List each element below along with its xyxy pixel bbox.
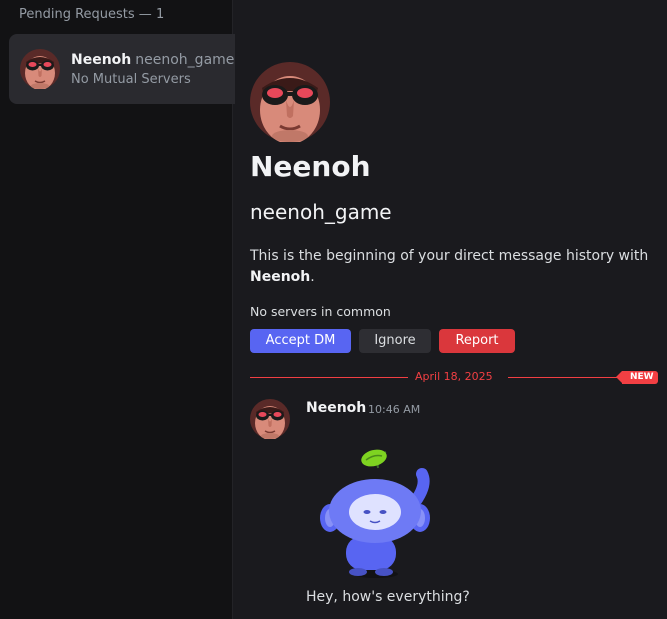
wumpus-sticker[interactable] — [316, 446, 446, 581]
profile-display-name: Neenoh — [250, 150, 371, 183]
message-timestamp: 10:46 AM — [368, 403, 421, 416]
mutual-servers-text: No servers in common — [250, 304, 391, 319]
request-display-name: Neenoh — [71, 52, 132, 68]
request-username: neenoh_game — [135, 52, 235, 68]
new-badge: NEW — [616, 371, 658, 384]
sidebar: Pending Requests — 1 Neenoh neenoh_game N… — [0, 0, 235, 619]
profile-username: neenoh_game — [250, 200, 392, 224]
report-button[interactable]: Report — [439, 329, 515, 353]
dm-intro-text: This is the beginning of your direct mes… — [250, 246, 650, 288]
request-name: Neenoh neenoh_game — [71, 52, 234, 68]
pending-request-item[interactable]: Neenoh neenoh_game No Mutual Servers — [9, 34, 235, 104]
avatar — [20, 49, 60, 89]
dm-channel: Neenoh neenoh_game This is the beginning… — [234, 0, 667, 619]
request-mutual-status: No Mutual Servers — [71, 72, 191, 87]
intro-name: Neenoh — [250, 269, 311, 285]
divider-line-left — [250, 377, 408, 378]
accept-dm-button[interactable]: Accept DM — [250, 329, 351, 353]
profile-avatar[interactable] — [250, 62, 330, 142]
pending-requests-header: Pending Requests — 1 — [19, 7, 165, 22]
divider-line-right — [508, 377, 624, 378]
message-avatar[interactable] — [250, 399, 290, 439]
intro-text: This is the beginning of your direct mes… — [250, 248, 649, 264]
divider-date: April 18, 2025 — [415, 370, 493, 383]
intro-end: . — [310, 269, 315, 285]
new-messages-divider: April 18, 2025 NEW — [250, 368, 658, 386]
ignore-button[interactable]: Ignore — [359, 329, 431, 353]
message-author[interactable]: Neenoh — [306, 400, 366, 416]
message-content: Hey, how's everything? — [306, 589, 470, 605]
